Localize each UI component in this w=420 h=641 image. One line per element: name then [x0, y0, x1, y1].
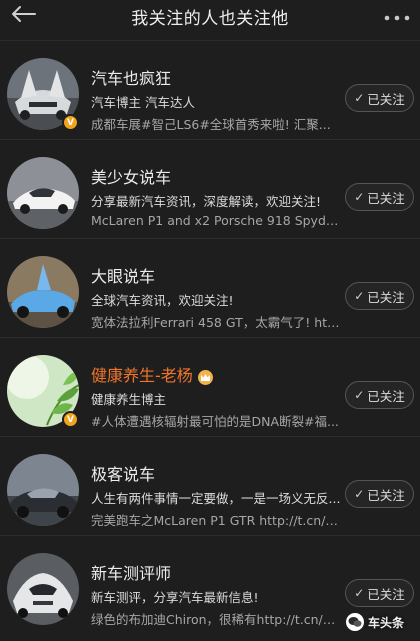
page-title: 我关注的人也关注他 [131, 8, 289, 29]
check-icon: ✓ [354, 289, 365, 303]
latest-post: 完美跑车之McLaren P1 GTR http://t.cn/A... [91, 513, 341, 528]
list-item[interactable]: 大眼说车 全球汽车资讯，欢迎关注! 宽体法拉利Ferrari 458 GT，太霸… [0, 238, 420, 337]
user-name-text: 健康养生-老杨 [91, 366, 193, 385]
following-label: 已关注 [367, 487, 405, 503]
avatar[interactable] [7, 553, 79, 625]
following-label: 已关注 [367, 289, 405, 305]
user-name[interactable]: 健康养生-老杨 [91, 362, 213, 386]
user-bio: 汽车博主 汽车达人 [91, 95, 195, 110]
user-name[interactable]: 美少女说车 [91, 164, 171, 188]
list-item[interactable]: 极客说车 人生有两件事情一定要做，一是一场义无反... 完美跑车之McLaren… [0, 436, 420, 535]
crown-icon [197, 370, 213, 385]
wechat-icon [346, 613, 364, 631]
latest-post: #人体遭遇核辐射最可怕的是DNA断裂#福... [91, 414, 339, 429]
following-label: 已关注 [367, 190, 405, 206]
user-bio: 健康养生博主 [91, 392, 167, 407]
user-name[interactable]: 新车测评师 [91, 560, 171, 584]
latest-post: 成都车展#智己LS6#全球首秀来啦! 汇聚... [91, 117, 331, 132]
list-item[interactable]: V 健康养生-老杨 健康养生博主 #人体遭遇核辐射最可怕的是DNA断裂#福...… [0, 337, 420, 436]
following-button[interactable]: ✓ 已关注 [345, 183, 414, 211]
latest-post: 宽体法拉利Ferrari 458 GT，太霸气了! htt... [91, 315, 341, 330]
user-bio: 人生有两件事情一定要做，一是一场义无反... [91, 491, 341, 506]
user-bio: 全球汽车资讯，欢迎关注! [91, 293, 234, 308]
watermark: 车头条 [346, 612, 404, 632]
verified-badge-icon: V [62, 411, 79, 428]
following-button[interactable]: ✓ 已关注 [345, 579, 414, 607]
app-screen: 我关注的人也关注他 V 汽车也疯狂 汽车博主 汽车达人 成都车展#智己LS6#全… [0, 0, 420, 641]
following-button[interactable]: ✓ 已关注 [345, 381, 414, 409]
back-button[interactable] [6, 2, 40, 30]
user-name[interactable]: 大眼说车 [91, 263, 155, 287]
avatar[interactable] [7, 454, 79, 526]
avatar[interactable] [7, 256, 79, 328]
latest-post: McLaren P1 and x2 Porsche 918 Spyders... [91, 213, 341, 228]
check-icon: ✓ [354, 91, 365, 105]
check-icon: ✓ [354, 190, 365, 204]
avatar[interactable] [7, 157, 79, 229]
user-bio: 新车测评，分享汽车最新信息! [91, 590, 259, 605]
following-button[interactable]: ✓ 已关注 [345, 84, 414, 112]
following-label: 已关注 [367, 91, 405, 107]
more-button[interactable] [380, 4, 414, 26]
watermark-text: 车头条 [368, 615, 405, 630]
following-button[interactable]: ✓ 已关注 [345, 282, 414, 310]
user-name[interactable]: 极客说车 [91, 461, 155, 485]
arrow-left-icon [10, 5, 36, 27]
following-button[interactable]: ✓ 已关注 [345, 480, 414, 508]
user-bio: 分享最新汽车资讯，深度解读，欢迎关注! [91, 194, 322, 209]
list-item[interactable]: 美少女说车 分享最新汽车资讯，深度解读，欢迎关注! McLaren P1 and… [0, 139, 420, 238]
user-name[interactable]: 汽车也疯狂 [91, 65, 171, 89]
user-list: V 汽车也疯狂 汽车博主 汽车达人 成都车展#智己LS6#全球首秀来啦! 汇聚.… [0, 40, 420, 634]
check-icon: ✓ [354, 487, 365, 501]
header-bar: 我关注的人也关注他 [0, 0, 420, 40]
following-label: 已关注 [367, 388, 405, 404]
check-icon: ✓ [354, 388, 365, 402]
verified-badge-icon: V [62, 114, 79, 131]
check-icon: ✓ [354, 586, 365, 600]
list-item[interactable]: V 汽车也疯狂 汽车博主 汽车达人 成都车展#智己LS6#全球首秀来啦! 汇聚.… [0, 40, 420, 139]
following-label: 已关注 [367, 586, 405, 602]
latest-post: 绿色的布加迪Chiron，很稀有http://t.cn/A... [91, 612, 341, 627]
more-dots-icon [384, 6, 410, 25]
